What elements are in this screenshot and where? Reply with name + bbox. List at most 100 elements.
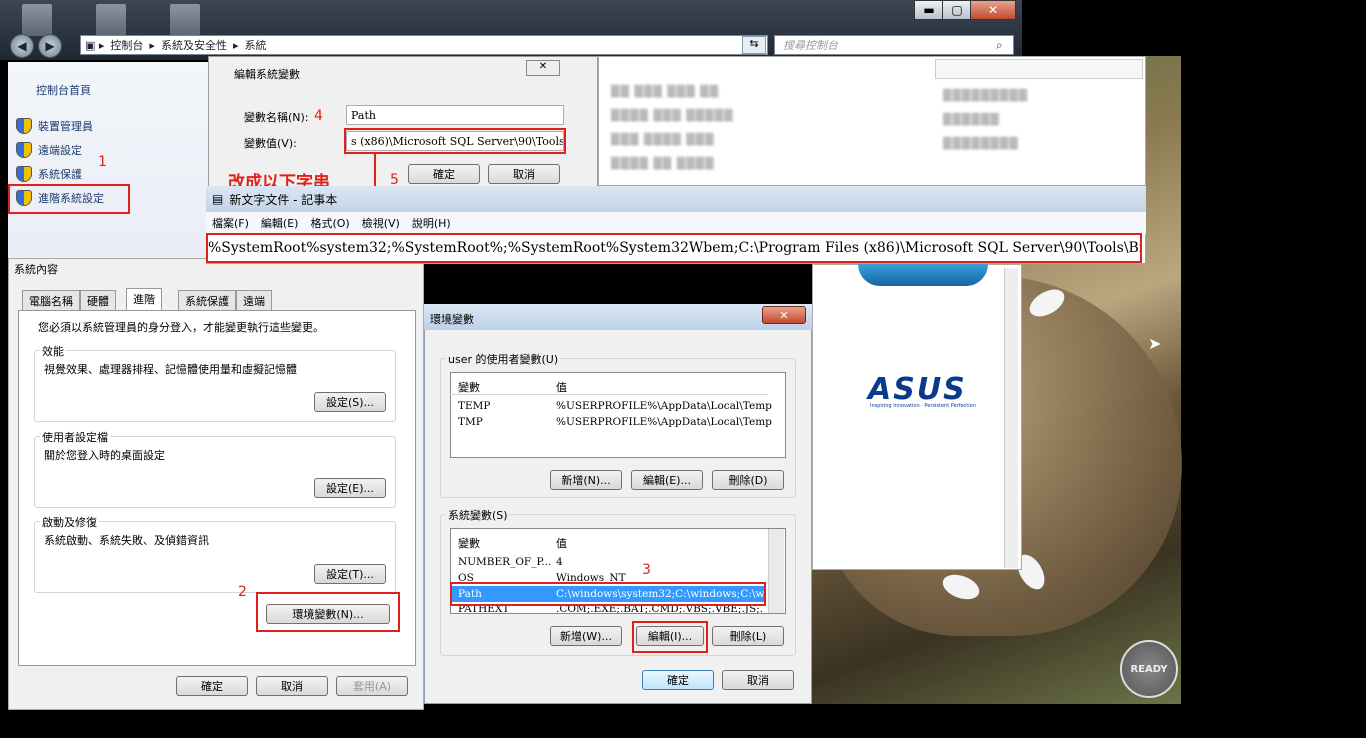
notepad-menubar: 檔案(F) 編輯(E) 格式(O) 檢視(V) 說明(H) (206, 212, 1146, 234)
annotation-box (206, 233, 1142, 263)
annotation-box (450, 582, 766, 606)
notepad-titlebar: ▤ 新文字文件 - 記事本 (206, 186, 1146, 212)
user-new-button[interactable]: 新增(N)... (550, 470, 622, 490)
cancel-button[interactable]: 取消 (722, 670, 794, 690)
breadcrumb-item[interactable]: 系統及安全性 (161, 37, 227, 53)
tab-hardware[interactable]: 硬體 (80, 290, 116, 310)
cancel-button[interactable]: 取消 (488, 164, 560, 184)
search-placeholder: 搜尋控制台 (783, 39, 838, 52)
annotation-box (344, 128, 566, 154)
shield-icon (16, 118, 32, 134)
sidebar-item-remote[interactable]: 遠端設定 (16, 142, 82, 158)
taskbar-thumbnail[interactable] (170, 4, 200, 36)
group-description: 視覺效果、處理器排程、記憶體使用量和虛擬記憶體 (44, 363, 297, 376)
system-delete-button[interactable]: 刪除(L) (712, 626, 784, 646)
notepad-icon: ▤ (212, 192, 224, 206)
window-title: 新文字文件 - 記事本 (229, 192, 338, 207)
startup-settings-button[interactable]: 設定(T)... (314, 564, 386, 584)
table-cell[interactable]: NUMBER_OF_P... (458, 556, 551, 568)
user-delete-button[interactable]: 刪除(D) (712, 470, 784, 490)
menu-edit[interactable]: 編輯(E) (261, 215, 299, 231)
column-header[interactable]: 值 (556, 535, 567, 551)
search-input[interactable]: 搜尋控制台 (774, 35, 1014, 55)
back-arrow-icon[interactable]: ◀ (10, 34, 34, 58)
dialog-title: 編輯系統變數 (234, 68, 300, 81)
group-description: 系統啟動、系統失敗、及偵錯資訊 (44, 534, 209, 547)
ok-button[interactable]: 確定 (176, 676, 248, 696)
maximize-button[interactable]: ▢ (942, 0, 972, 20)
table-cell[interactable]: TEMP (458, 400, 490, 412)
table-cell[interactable]: %USERPROFILE%\AppData\Local\Temp (556, 400, 772, 412)
sidebar-item-label: 遠端設定 (38, 144, 82, 157)
scrollbar[interactable] (768, 529, 784, 613)
variable-name-input[interactable]: Path (346, 105, 564, 125)
profiles-settings-button[interactable]: 設定(E)... (314, 478, 386, 498)
menu-file[interactable]: 檔案(F) (212, 215, 249, 231)
tab-system-protection[interactable]: 系統保護 (178, 290, 236, 310)
close-button[interactable]: ✕ (970, 0, 1016, 20)
table-cell[interactable]: %USERPROFILE%\AppData\Local\Temp (556, 416, 772, 428)
sidebar-item-protection[interactable]: 系統保護 (16, 166, 82, 182)
annotation-number: 2 (238, 584, 247, 600)
tab-remote[interactable]: 遠端 (236, 290, 272, 310)
refresh-icon[interactable]: ⇆ (742, 36, 766, 54)
user-edit-button[interactable]: 編輯(E)... (631, 470, 703, 490)
forward-arrow-icon[interactable]: ▶ (38, 34, 62, 58)
blurred-text: ▒▒ ▒▒▒ ▒▒▒ ▒▒ (611, 85, 720, 98)
dialog-titlebar (424, 304, 812, 330)
field-label: 變數值(V): (244, 137, 297, 150)
group-label: 啟動及修復 (40, 514, 99, 530)
field-label: 變數名稱(N): (244, 111, 309, 124)
annotation-box (632, 621, 708, 653)
column-header[interactable]: 變數 (458, 379, 480, 395)
divider (450, 394, 768, 395)
taskbar-thumbnail[interactable] (22, 4, 52, 36)
group-label: user 的使用者變數(U) (446, 351, 561, 367)
tab-advanced[interactable]: 進階 (126, 288, 162, 312)
search-icon[interactable]: ⌕ (996, 38, 1003, 53)
blurred-text: ▒▒▒▒ ▒▒▒ ▒▒▒▒▒ (611, 109, 734, 122)
group-label: 使用者設定檔 (40, 429, 110, 445)
sidebar-item-label: 系統保護 (38, 168, 82, 181)
chevron-right-icon: ▸ (232, 38, 239, 52)
system-window-body (812, 264, 1022, 570)
taskbar-thumbnail[interactable] (96, 4, 126, 36)
minimize-button[interactable]: ▬ (914, 0, 944, 20)
menu-help[interactable]: 說明(H) (412, 215, 451, 231)
ok-button[interactable]: 確定 (408, 164, 480, 184)
performance-settings-button[interactable]: 設定(S)... (314, 392, 386, 412)
blurred-text: ▒▒▒ ▒▒▒▒ ▒▒▒ (611, 133, 715, 146)
close-icon[interactable]: ✕ (762, 306, 806, 324)
table-cell[interactable]: 4 (556, 556, 563, 568)
annotation-box (256, 592, 400, 632)
asus-tagline: Inspiring Innovation · Persistent Perfec… (870, 403, 976, 409)
column-header[interactable]: 值 (556, 379, 567, 395)
scrollbar[interactable] (1004, 268, 1018, 568)
apply-button[interactable]: 套用(A) (336, 676, 408, 696)
group-description: 關於您登入時的桌面設定 (44, 449, 165, 462)
sidebar-item-device-manager[interactable]: 裝置管理員 (16, 118, 93, 134)
breadcrumb-item[interactable]: 控制台 (110, 37, 143, 53)
blurred-explorer-pane: ▒▒ ▒▒▒ ▒▒▒ ▒▒ ▒▒▒▒ ▒▒▒ ▒▒▒▒▒ ▒▒▒ ▒▒▒▒ ▒▒… (598, 56, 1146, 186)
control-panel-nav: 控制台首頁 裝置管理員 遠端設定 系統保護 進階系統設定 (8, 62, 208, 258)
dialog-title: 系統內容 (14, 263, 58, 276)
ready-badge: READY (1120, 640, 1178, 698)
windows-logo (858, 264, 988, 286)
group-label: 效能 (40, 343, 66, 359)
ok-button[interactable]: 確定 (642, 670, 714, 690)
annotation-box (8, 184, 130, 214)
tab-computer-name[interactable]: 電腦名稱 (22, 290, 80, 310)
close-icon[interactable]: ✕ (526, 60, 560, 76)
user-vars-list[interactable] (450, 372, 786, 458)
breadcrumb-item[interactable]: 系統 (244, 37, 266, 53)
column-header[interactable]: 變數 (458, 535, 480, 551)
group-label: 系統變數(S) (446, 507, 510, 523)
system-new-button[interactable]: 新增(W)... (550, 626, 622, 646)
menu-format[interactable]: 格式(O) (310, 215, 349, 231)
menu-view[interactable]: 檢視(V) (362, 215, 400, 231)
table-cell[interactable]: TMP (458, 416, 483, 428)
chevron-right-icon: ▸ (149, 38, 155, 52)
cp-home-link[interactable]: 控制台首頁 (36, 82, 91, 98)
cancel-button[interactable]: 取消 (256, 676, 328, 696)
address-bar[interactable]: ▣ ▸ 控制台 ▸ 系統及安全性 ▸ 系統 (80, 35, 768, 55)
